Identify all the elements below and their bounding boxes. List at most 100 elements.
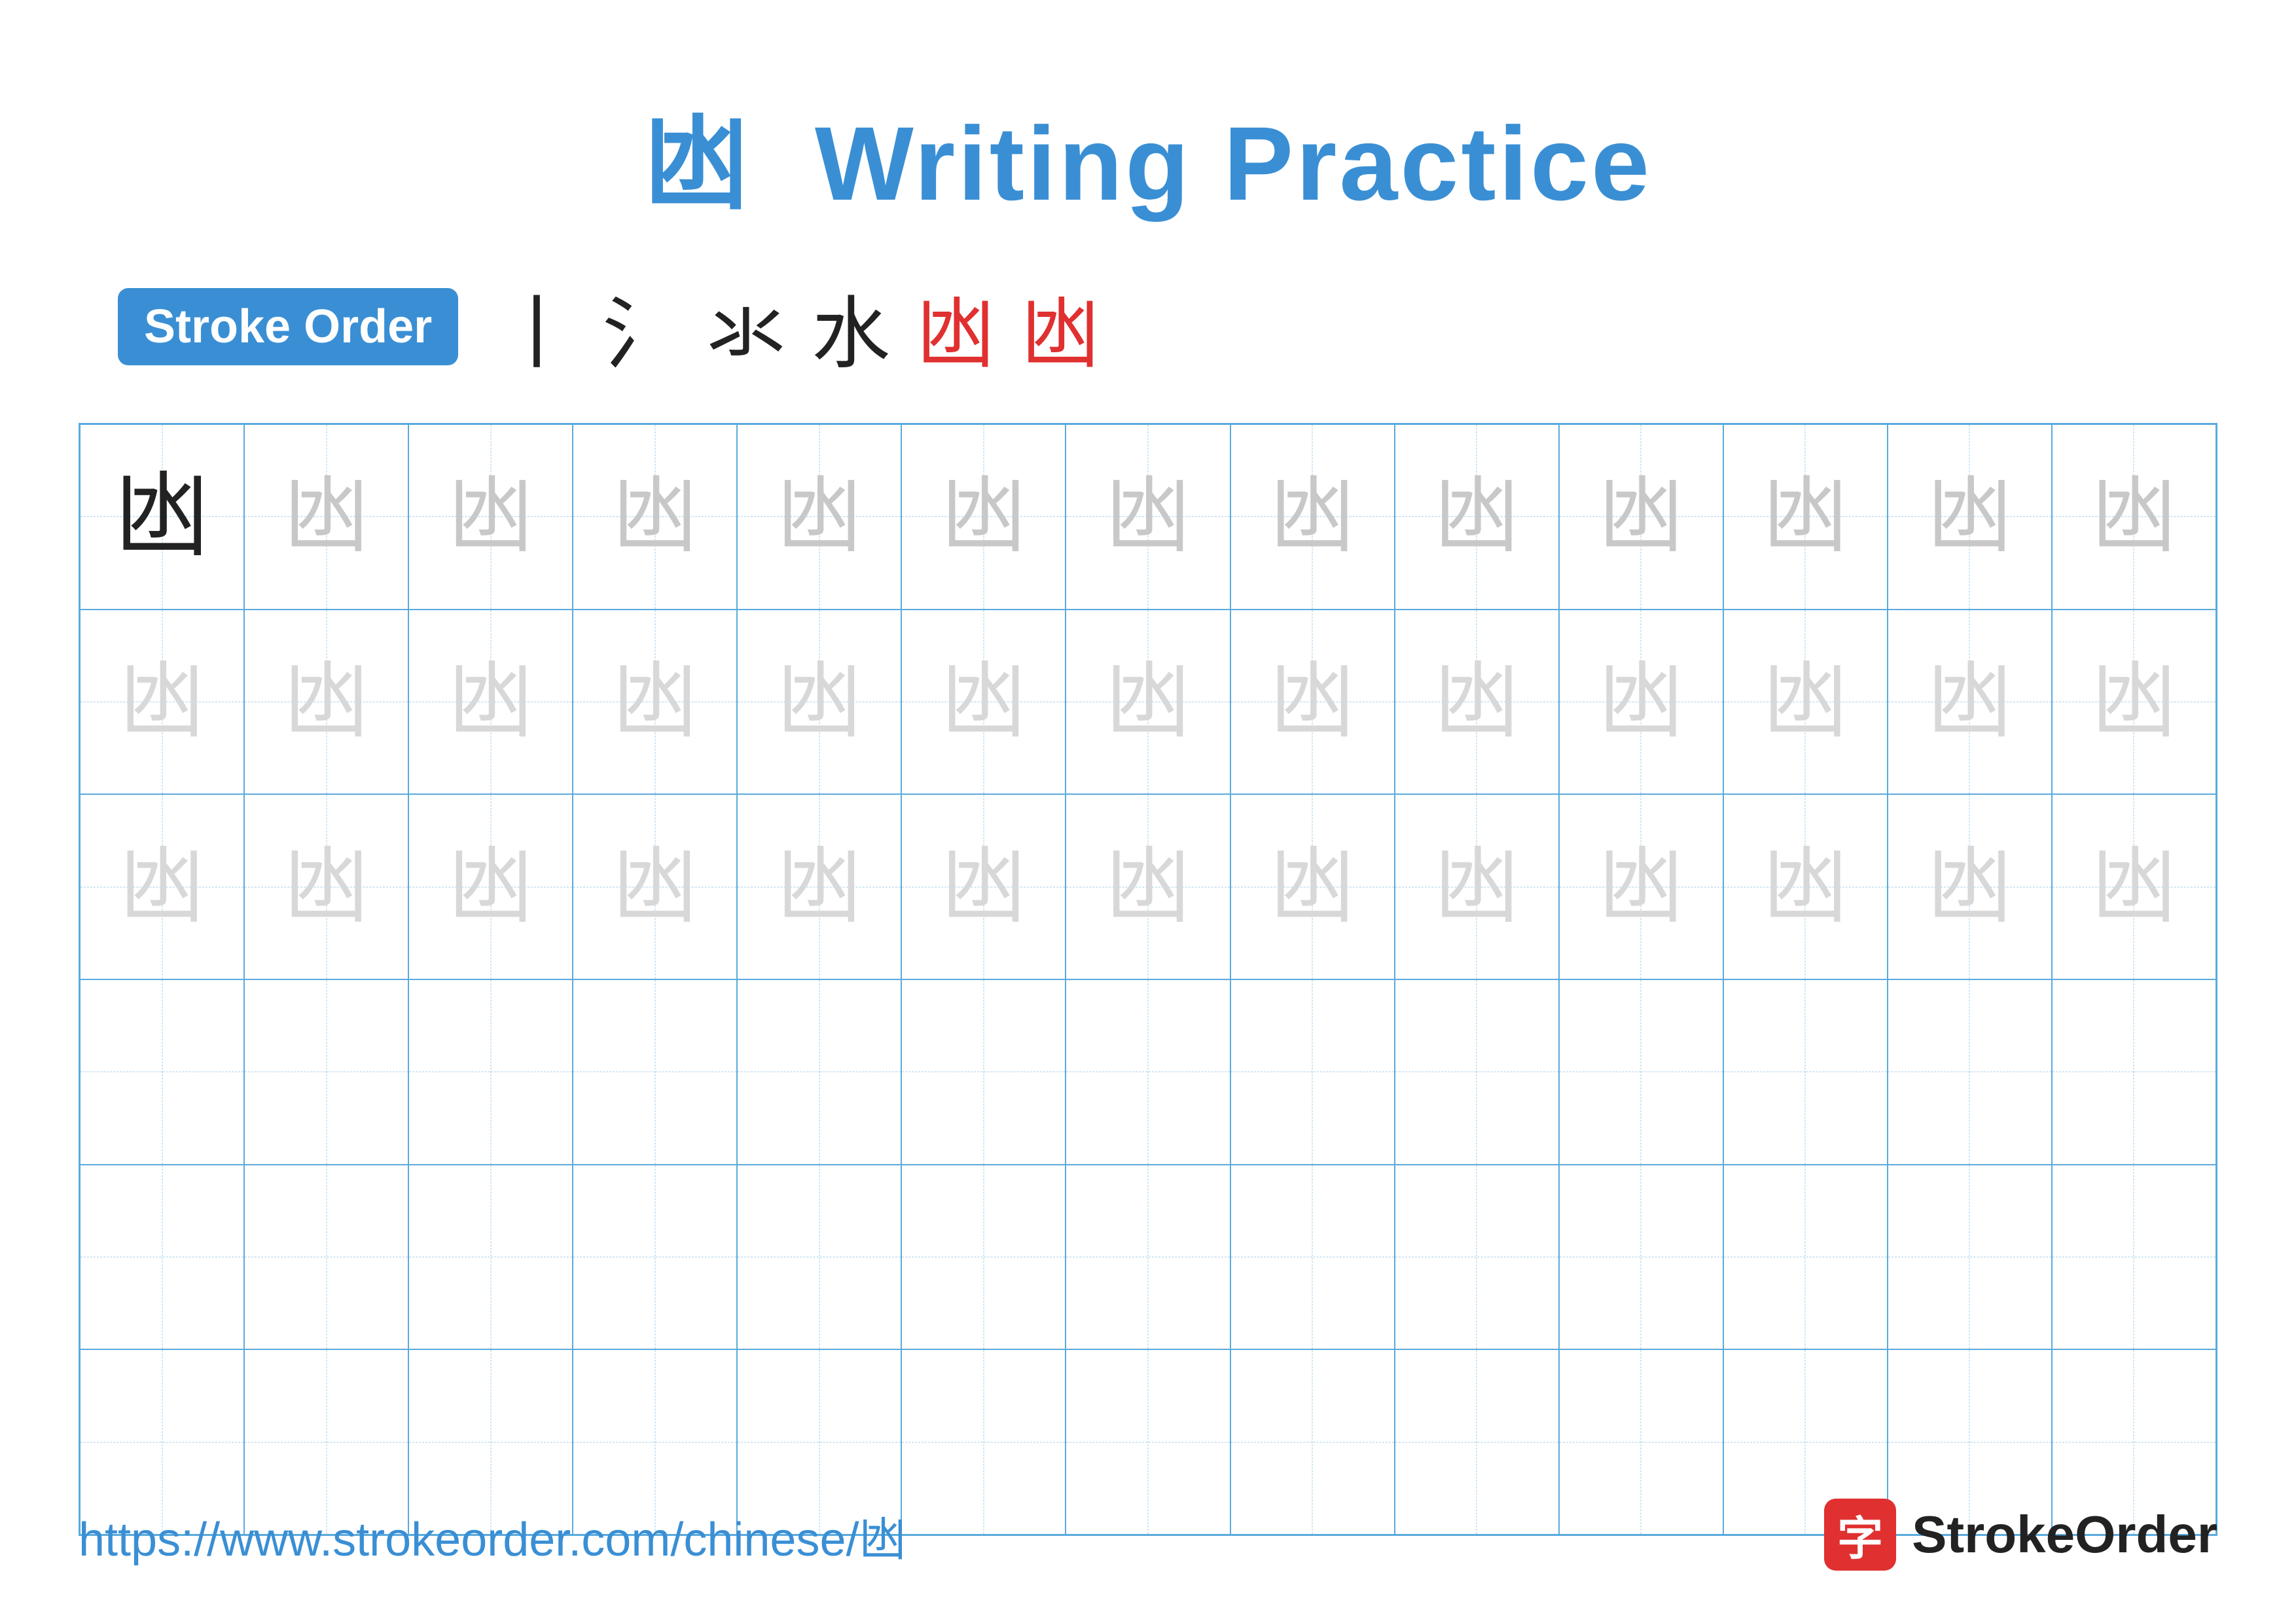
grid-cell[interactable]: 凼	[80, 610, 244, 795]
page: 凼 Writing Practice Stroke Order 丨 氵 氺 水 …	[0, 0, 2296, 1623]
grid-cell[interactable]	[573, 979, 737, 1165]
grid-cell[interactable]: 凼	[1723, 794, 1888, 979]
practice-char: 凼	[613, 474, 698, 559]
stroke-chars: 丨 氵 氺 水 凼 凼	[497, 270, 1100, 384]
grid-cell[interactable]: 凼	[408, 610, 573, 795]
grid-cell[interactable]: 凼	[1066, 610, 1230, 795]
practice-char: 凼	[613, 845, 698, 930]
grid-cell[interactable]	[80, 1165, 244, 1350]
grid-cell[interactable]: 凼	[573, 424, 737, 610]
grid-cell[interactable]	[1230, 979, 1395, 1165]
grid-cell[interactable]	[1066, 1165, 1230, 1350]
grid-cell[interactable]: 凼	[1395, 610, 1559, 795]
practice-char: 凼	[120, 659, 205, 744]
grid-cell[interactable]: 凼	[1888, 794, 2052, 979]
practice-char: 凼	[1270, 474, 1355, 559]
grid-cell[interactable]	[901, 979, 1066, 1165]
strokeorder-logo-icon: 字	[1824, 1499, 1896, 1571]
grid-cell[interactable]	[1230, 1165, 1395, 1350]
grid-cell[interactable]	[2052, 1165, 2216, 1350]
grid-cell[interactable]	[1066, 979, 1230, 1165]
grid-cell[interactable]	[737, 1165, 901, 1350]
practice-char: 凼	[1927, 474, 2012, 559]
grid-cell[interactable]: 凼	[737, 424, 901, 610]
practice-char: 凼	[777, 659, 862, 744]
practice-char: 凼	[1763, 474, 1848, 559]
practice-char: 凼	[448, 659, 533, 744]
grid-cell[interactable]: 凼	[408, 424, 573, 610]
stroke-order-badge: Stroke Order	[118, 288, 458, 365]
grid-cell[interactable]	[1559, 1165, 1723, 1350]
grid-cell[interactable]	[1723, 1165, 1888, 1350]
grid-cell[interactable]: 凼	[1395, 794, 1559, 979]
grid-cell[interactable]: 凼	[1066, 794, 1230, 979]
grid-cell[interactable]: 凼	[1395, 424, 1559, 610]
grid-cell[interactable]: 凼	[573, 794, 737, 979]
grid-cell[interactable]: 凼	[1723, 610, 1888, 795]
practice-char: 凼	[1270, 845, 1355, 930]
grid-cell[interactable]: 凼	[737, 794, 901, 979]
footer: https://www.strokeorder.com/chinese/凼 字 …	[79, 1499, 2217, 1571]
practice-char: 凼	[284, 659, 369, 744]
grid-cell[interactable]	[80, 979, 244, 1165]
grid-cell[interactable]: 凼	[2052, 610, 2216, 795]
grid-cell[interactable]: 凼	[244, 610, 408, 795]
grid-cell[interactable]: 凼	[1230, 424, 1395, 610]
practice-char: 凼	[2091, 659, 2176, 744]
grid-cell[interactable]: 凼	[2052, 424, 2216, 610]
grid-cell[interactable]: 凼	[2052, 794, 2216, 979]
grid-cell[interactable]	[901, 1165, 1066, 1350]
practice-char: 凼	[1105, 474, 1191, 559]
grid-cell[interactable]: 凼	[573, 610, 737, 795]
grid-cell[interactable]: 凼	[80, 424, 244, 610]
practice-char: 凼	[1927, 659, 2012, 744]
grid-cell[interactable]	[1888, 1165, 2052, 1350]
stroke-4: 水	[812, 270, 890, 384]
stroke-1: 丨	[497, 270, 576, 384]
grid-cell[interactable]	[408, 979, 573, 1165]
practice-char: 凼	[1598, 659, 1683, 744]
practice-char: 凼	[1598, 474, 1683, 559]
grid-cell[interactable]: 凼	[1723, 424, 1888, 610]
practice-char: 凼	[941, 659, 1026, 744]
grid-cell[interactable]: 凼	[80, 794, 244, 979]
title-character: 凼	[644, 105, 751, 222]
grid-cell[interactable]: 凼	[408, 794, 573, 979]
grid-cell[interactable]: 凼	[244, 424, 408, 610]
grid-cell[interactable]	[408, 1165, 573, 1350]
practice-char: 凼	[284, 845, 369, 930]
grid-cell[interactable]: 凼	[901, 794, 1066, 979]
footer-url[interactable]: https://www.strokeorder.com/chinese/凼	[79, 1501, 906, 1569]
grid-cell[interactable]: 凼	[1888, 424, 2052, 610]
grid-cell[interactable]	[2052, 979, 2216, 1165]
grid-cell[interactable]: 凼	[244, 794, 408, 979]
practice-char: 凼	[1434, 474, 1519, 559]
grid-cell[interactable]: 凼	[1559, 424, 1723, 610]
grid-cell[interactable]: 凼	[737, 610, 901, 795]
grid-cell[interactable]: 凼	[1559, 794, 1723, 979]
grid-cell[interactable]	[573, 1165, 737, 1350]
grid-cell[interactable]: 凼	[1230, 610, 1395, 795]
practice-char: 凼	[448, 474, 533, 559]
grid-cell[interactable]	[1559, 979, 1723, 1165]
stroke-order-row: Stroke Order 丨 氵 氺 水 凼 凼	[79, 270, 2217, 384]
grid-cell[interactable]	[737, 979, 901, 1165]
practice-char: 凼	[1434, 845, 1519, 930]
grid-cell[interactable]: 凼	[1230, 794, 1395, 979]
grid-cell[interactable]	[1395, 1165, 1559, 1350]
grid-cell[interactable]	[244, 1165, 408, 1350]
practice-char: 凼	[1105, 659, 1191, 744]
page-title: 凼 Writing Practice	[644, 79, 1652, 230]
grid-cell[interactable]: 凼	[1559, 610, 1723, 795]
practice-char: 凼	[941, 474, 1026, 559]
title-text: Writing Practice	[815, 105, 1652, 222]
grid-cell[interactable]	[1888, 979, 2052, 1165]
grid-cell[interactable]	[1723, 979, 1888, 1165]
grid-cell[interactable]: 凼	[901, 424, 1066, 610]
grid-cell[interactable]: 凼	[901, 610, 1066, 795]
grid-cell[interactable]	[244, 979, 408, 1165]
grid-cell[interactable]: 凼	[1066, 424, 1230, 610]
grid-cell[interactable]: 凼	[1888, 610, 2052, 795]
grid-cell[interactable]	[1395, 979, 1559, 1165]
stroke-6: 凼	[1021, 270, 1100, 384]
